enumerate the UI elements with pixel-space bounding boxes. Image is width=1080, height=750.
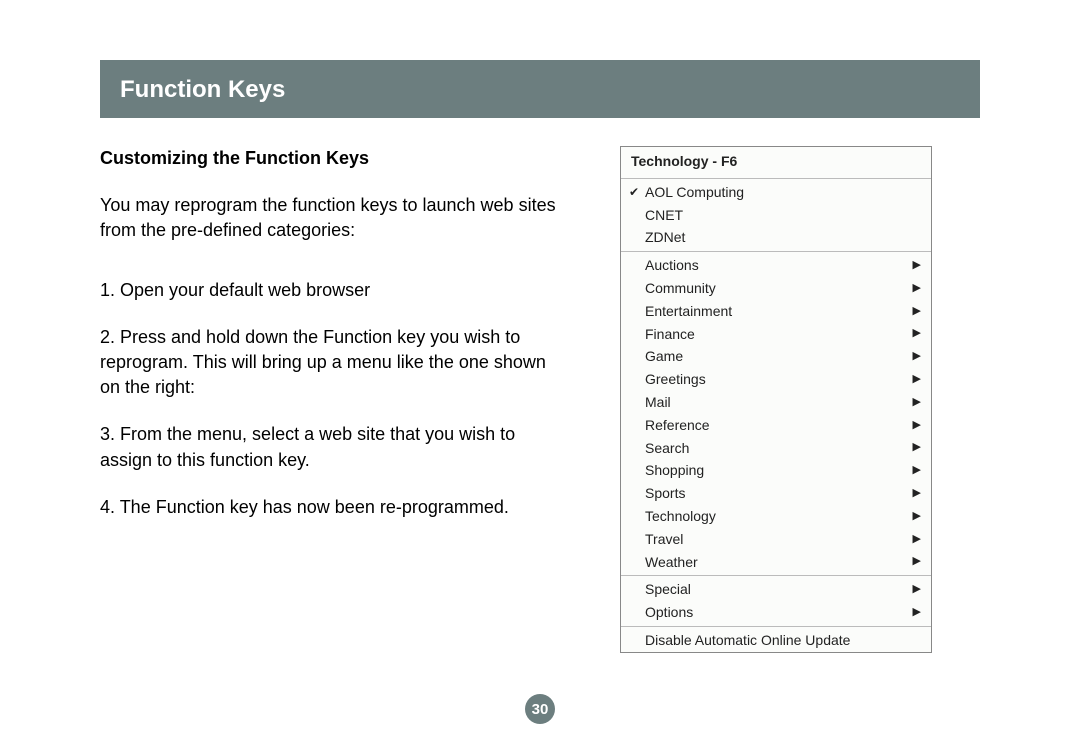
menu-item-label: CNET	[645, 207, 683, 224]
menu-item-community[interactable]: Community ▶	[621, 277, 931, 300]
chevron-right-icon: ▶	[913, 555, 921, 568]
menu-divider	[621, 251, 931, 252]
menu-item-entertainment[interactable]: Entertainment ▶	[621, 300, 931, 323]
menu-item-sports[interactable]: Sports ▶	[621, 482, 931, 505]
content-area: Customizing the Function Keys You may re…	[100, 146, 980, 653]
menu-item-search[interactable]: Search ▶	[621, 437, 931, 460]
menu-divider	[621, 626, 931, 627]
menu-divider	[621, 575, 931, 576]
chevron-right-icon: ▶	[913, 510, 921, 523]
chevron-right-icon: ▶	[913, 282, 921, 295]
menu-item-travel[interactable]: Travel ▶	[621, 528, 931, 551]
step-1: 1. Open your default web browser	[100, 278, 570, 303]
step-3: 3. From the menu, select a web site that…	[100, 422, 570, 472]
menu-item-label: Game	[645, 348, 683, 365]
chevron-right-icon: ▶	[913, 583, 921, 596]
menu-item-label: Community	[645, 280, 716, 297]
menu-item-options[interactable]: Options ▶	[621, 601, 931, 624]
menu-item-mail[interactable]: Mail ▶	[621, 391, 931, 414]
chevron-right-icon: ▶	[913, 396, 921, 409]
menu-item-aol[interactable]: ✔ AOL Computing	[621, 181, 931, 204]
menu-item-technology[interactable]: Technology ▶	[621, 505, 931, 528]
menu-item-label: Sports	[645, 485, 685, 502]
menu-item-shopping[interactable]: Shopping ▶	[621, 459, 931, 482]
menu-item-label: Options	[645, 604, 693, 621]
menu-item-label: Shopping	[645, 462, 704, 479]
menu-item-cnet[interactable]: CNET	[621, 204, 931, 227]
section-subtitle: Customizing the Function Keys	[100, 146, 570, 171]
menu-item-label: Entertainment	[645, 303, 732, 320]
menu-item-label: Finance	[645, 326, 695, 343]
check-icon: ✔	[629, 185, 639, 199]
chevron-right-icon: ▶	[913, 441, 921, 454]
instructions-column: Customizing the Function Keys You may re…	[100, 146, 570, 542]
chevron-right-icon: ▶	[913, 487, 921, 500]
menu-item-label: Disable Automatic Online Update	[645, 632, 850, 649]
chevron-right-icon: ▶	[913, 464, 921, 477]
page-title: Function Keys	[120, 76, 960, 104]
menu-item-label: Technology	[645, 508, 716, 525]
menu-title: Technology - F6	[621, 147, 931, 176]
menu-item-label: Weather	[645, 554, 698, 571]
menu-item-reference[interactable]: Reference ▶	[621, 414, 931, 437]
menu-item-label: Special	[645, 581, 691, 598]
menu-item-label: Mail	[645, 394, 671, 411]
document-page: Function Keys Customizing the Function K…	[0, 0, 1080, 750]
context-menu: Technology - F6 ✔ AOL Computing CNET ZDN…	[620, 146, 932, 653]
menu-item-label: Reference	[645, 417, 710, 434]
menu-item-label: AOL Computing	[645, 184, 744, 201]
page-number-badge: 30	[525, 694, 555, 724]
chevron-right-icon: ▶	[913, 259, 921, 272]
menu-item-weather[interactable]: Weather ▶	[621, 551, 931, 574]
step-4: 4. The Function key has now been re-prog…	[100, 495, 570, 520]
menu-item-label: Travel	[645, 531, 683, 548]
menu-item-label: Search	[645, 440, 689, 457]
intro-text: You may reprogram the function keys to l…	[100, 193, 570, 243]
menu-item-special[interactable]: Special ▶	[621, 578, 931, 601]
chevron-right-icon: ▶	[913, 305, 921, 318]
menu-item-game[interactable]: Game ▶	[621, 345, 931, 368]
menu-item-label: Greetings	[645, 371, 706, 388]
menu-item-zdnet[interactable]: ZDNet	[621, 226, 931, 249]
chevron-right-icon: ▶	[913, 373, 921, 386]
chevron-right-icon: ▶	[913, 606, 921, 619]
chevron-right-icon: ▶	[913, 350, 921, 363]
page-number: 30	[532, 701, 549, 718]
menu-divider	[621, 178, 931, 179]
chevron-right-icon: ▶	[913, 533, 921, 546]
menu-item-finance[interactable]: Finance ▶	[621, 323, 931, 346]
menu-item-label: Auctions	[645, 257, 699, 274]
page-header-bar: Function Keys	[100, 60, 980, 118]
menu-item-greetings[interactable]: Greetings ▶	[621, 368, 931, 391]
menu-item-disable-update[interactable]: Disable Automatic Online Update	[621, 629, 931, 652]
menu-item-auctions[interactable]: Auctions ▶	[621, 254, 931, 277]
chevron-right-icon: ▶	[913, 419, 921, 432]
menu-item-label: ZDNet	[645, 229, 685, 246]
chevron-right-icon: ▶	[913, 327, 921, 340]
step-2: 2. Press and hold down the Function key …	[100, 325, 570, 401]
